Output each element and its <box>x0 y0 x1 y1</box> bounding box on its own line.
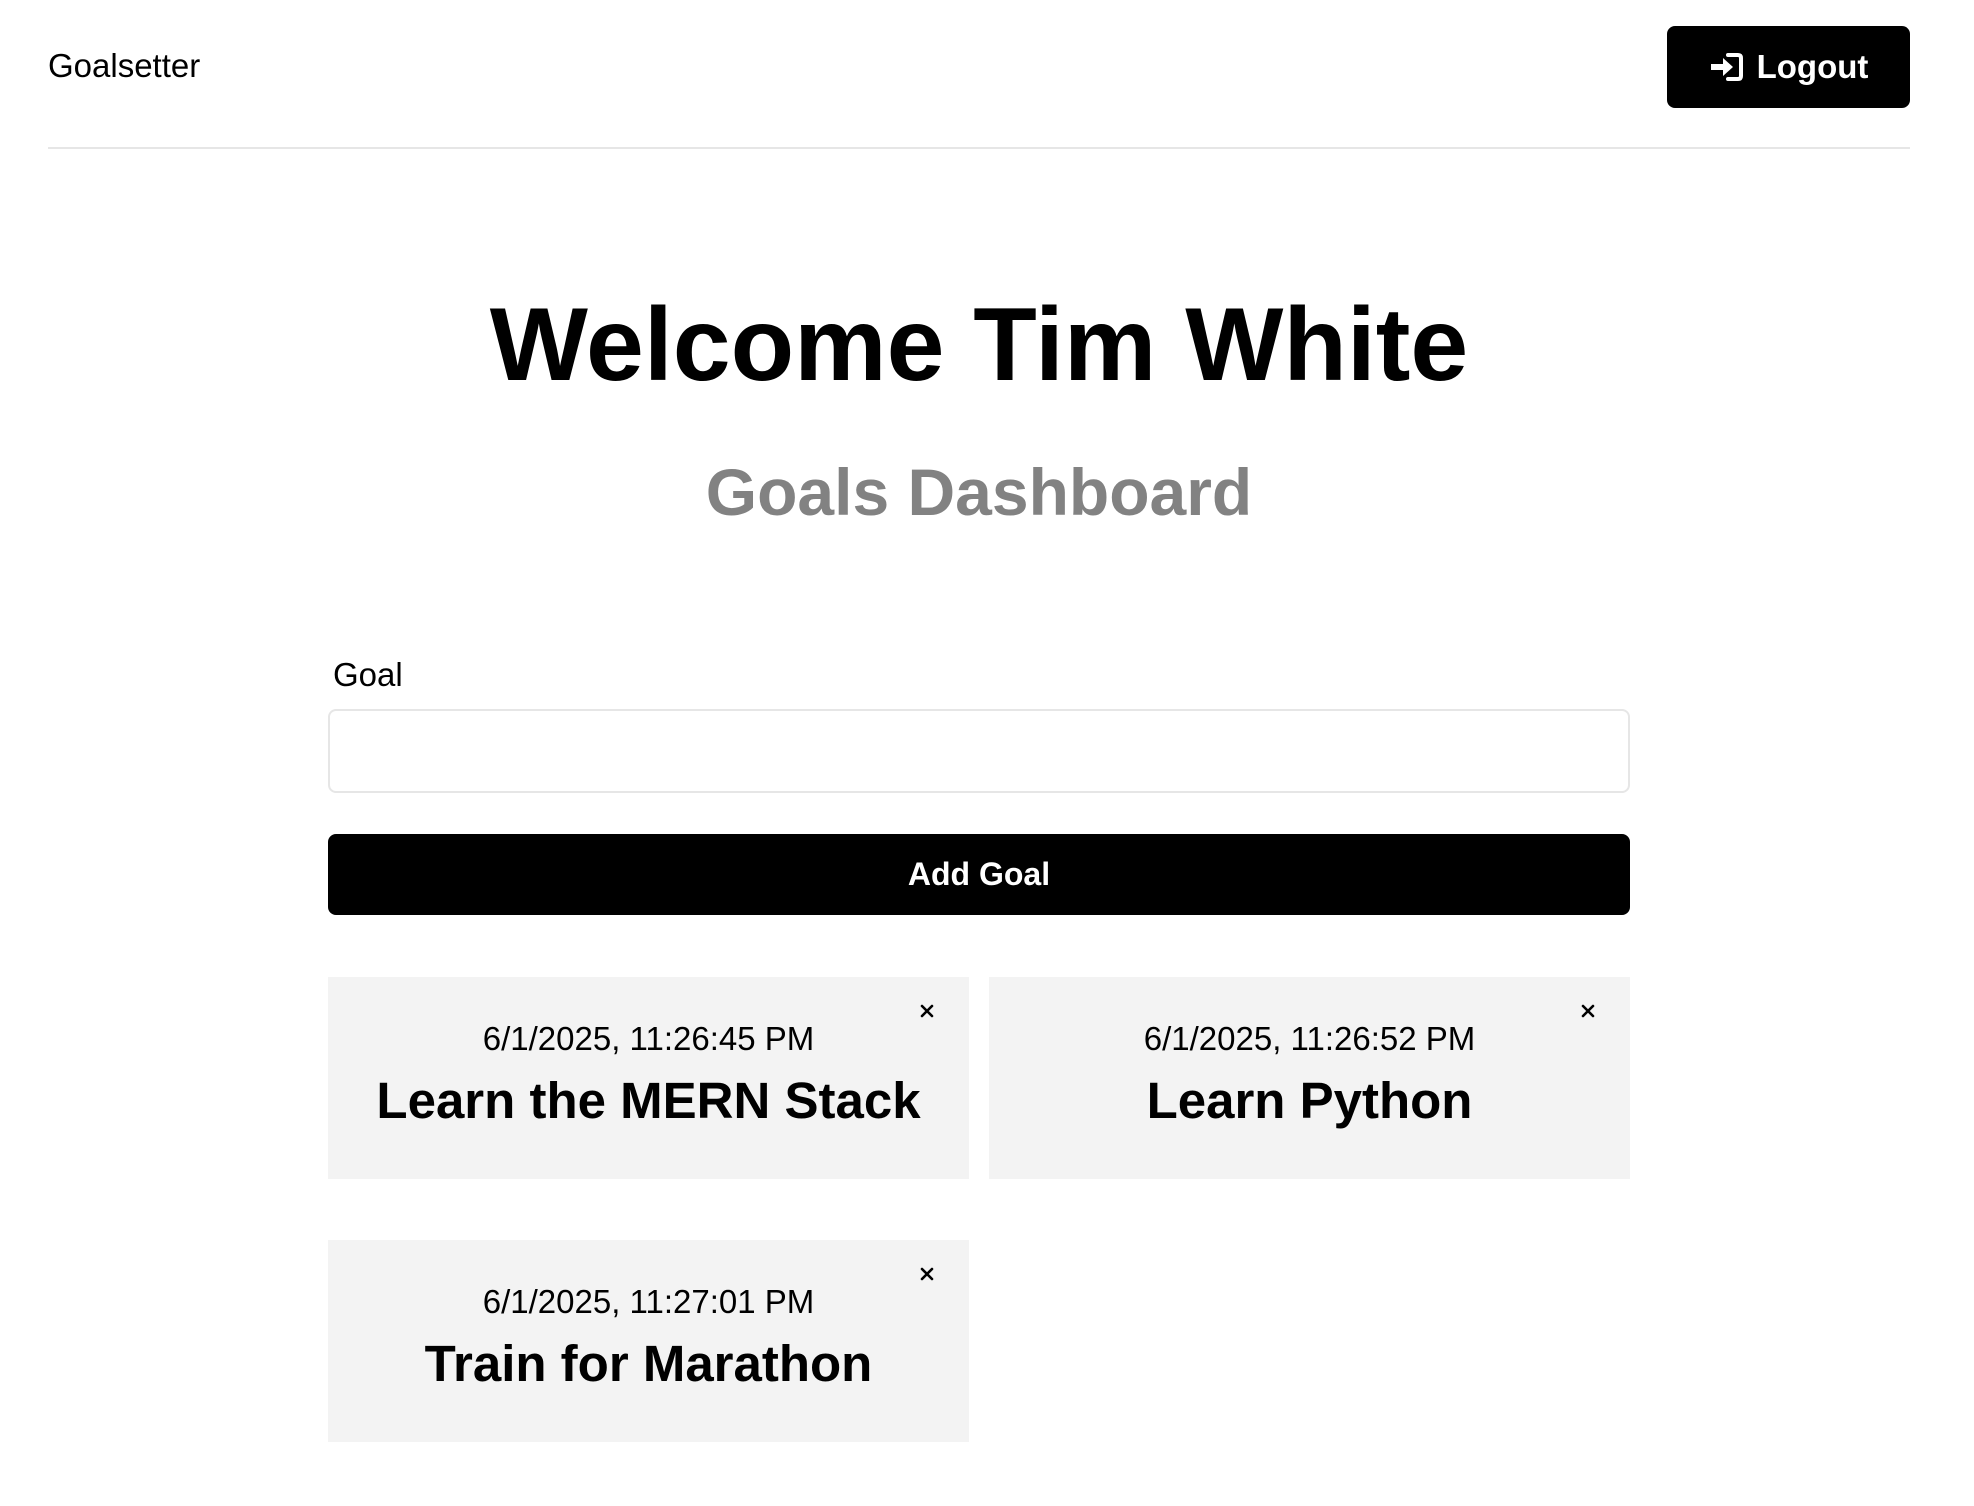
goal-label: Goal <box>333 656 403 693</box>
sign-in-icon <box>1709 52 1743 82</box>
logout-button[interactable]: Logout <box>1667 26 1910 108</box>
goal-card: 6/1/2025, 11:26:52 PM Learn Python <box>989 977 1630 1179</box>
goal-card: 6/1/2025, 11:27:01 PM Train for Marathon <box>328 1240 969 1442</box>
goal-date: 6/1/2025, 11:27:01 PM <box>482 1283 815 1320</box>
goal-date: 6/1/2025, 11:26:52 PM <box>1143 1020 1476 1057</box>
header: Goalsetter Logout <box>48 0 1910 149</box>
welcome-heading: Welcome Tim White <box>489 287 1469 403</box>
goal-date: 6/1/2025, 11:26:45 PM <box>482 1020 815 1057</box>
goal-input[interactable] <box>328 709 1630 793</box>
dashboard-subtitle: Goals Dashboard <box>705 455 1253 529</box>
brand-link[interactable]: Goalsetter <box>48 46 200 86</box>
goal-text: Learn the MERN Stack <box>376 1072 921 1129</box>
goal-text: Train for Marathon <box>424 1335 873 1392</box>
goal-text: Learn Python <box>1146 1072 1473 1129</box>
add-goal-button[interactable]: Add Goal <box>328 834 1630 915</box>
logout-label: Logout <box>1756 48 1869 85</box>
goal-card: 6/1/2025, 11:26:45 PM Learn the MERN Sta… <box>328 977 969 1179</box>
